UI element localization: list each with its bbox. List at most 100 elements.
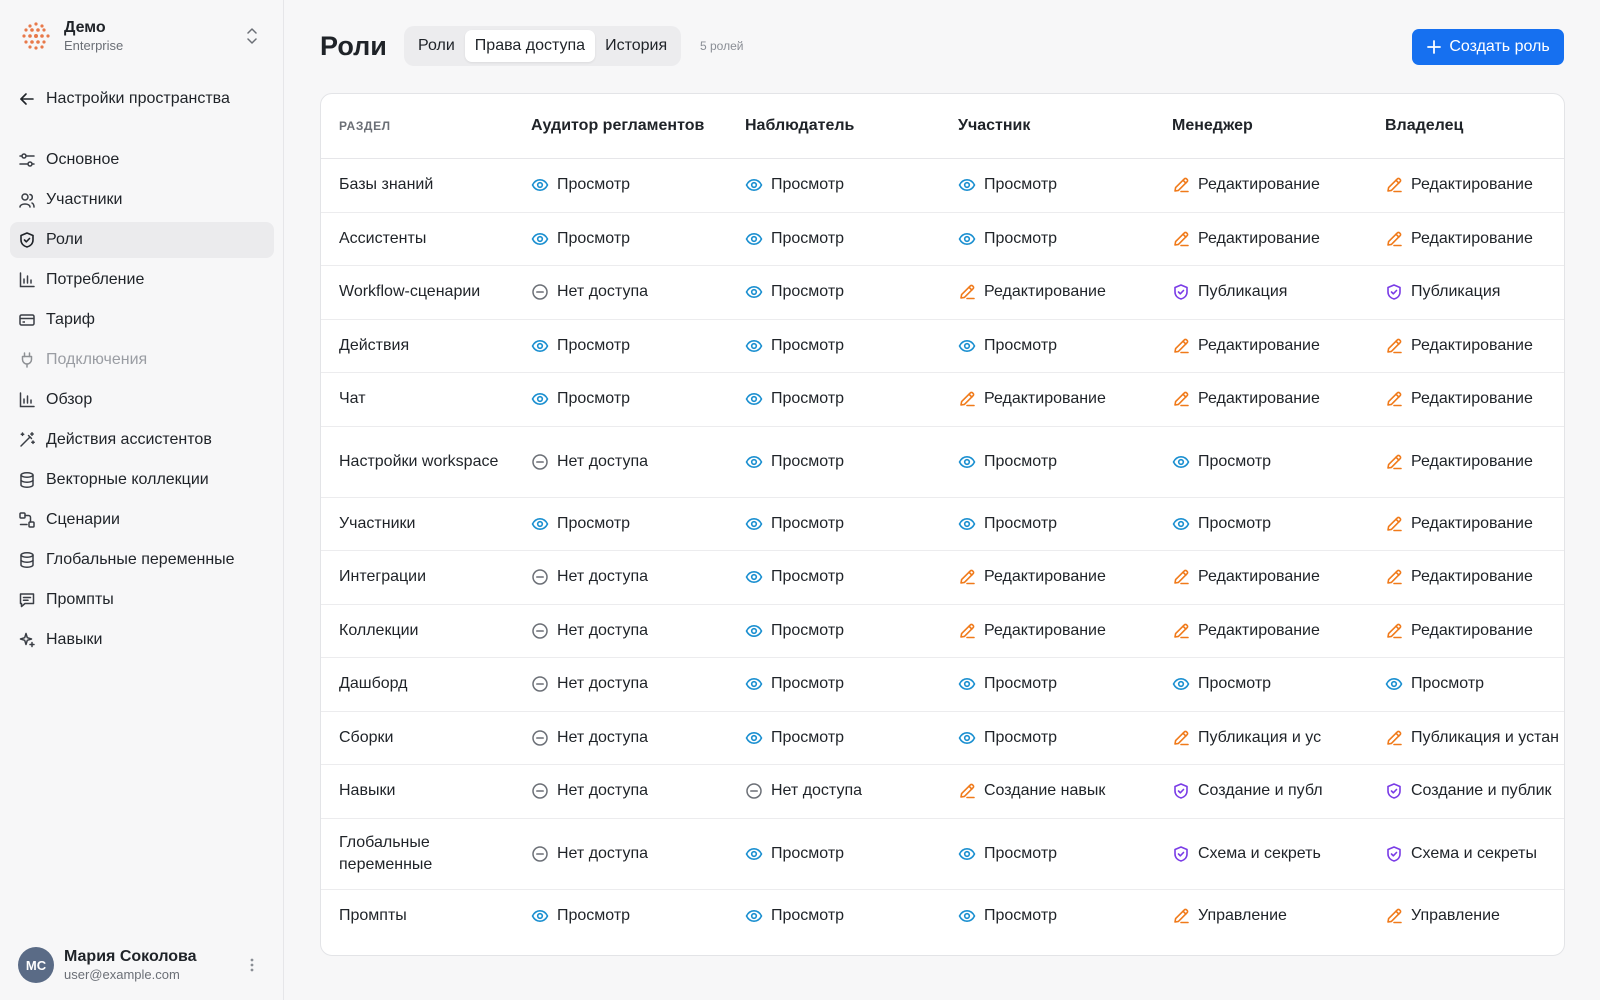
permission-selector[interactable]: Просмотр xyxy=(1172,675,1375,693)
permission-selector[interactable]: Редактирование xyxy=(958,283,1162,301)
permission-selector[interactable]: Просмотр xyxy=(958,729,1162,747)
tab-1[interactable]: Роли xyxy=(408,30,465,62)
permission-selector[interactable]: Просмотр xyxy=(745,622,948,640)
permission-selector[interactable]: Просмотр xyxy=(745,176,948,194)
permission-selector[interactable]: Схема и секреть xyxy=(1172,845,1375,863)
permission-selector[interactable]: Нет доступа xyxy=(531,283,735,301)
permission-selector[interactable]: Просмотр xyxy=(958,453,1162,471)
permission-selector[interactable]: Просмотр xyxy=(745,729,948,747)
permission-cell: Нет доступа xyxy=(521,711,735,765)
sidebar-item-4[interactable]: Потребление xyxy=(10,262,274,298)
permission-selector[interactable]: Просмотр xyxy=(531,390,735,408)
permission-selector[interactable]: Публикация и ус xyxy=(1172,729,1375,747)
permission-selector[interactable]: Просмотр xyxy=(531,515,735,533)
pencil-icon xyxy=(1387,177,1402,193)
permission-selector[interactable]: Просмотр xyxy=(745,283,948,301)
permission-selector[interactable]: Нет доступа xyxy=(745,782,948,800)
workspace-switcher[interactable]: Демо Enterprise xyxy=(10,12,274,60)
permission-selector[interactable]: Просмотр xyxy=(958,515,1162,533)
permission-selector[interactable]: Редактирование xyxy=(1385,337,1564,355)
permission-selector[interactable]: Создание и публик xyxy=(1385,782,1564,800)
permission-selector[interactable]: Редактирование xyxy=(958,622,1162,640)
section-name: Глобальные переменные xyxy=(321,818,521,890)
permission-selector[interactable]: Просмотр xyxy=(958,176,1162,194)
permission-selector[interactable]: Просмотр xyxy=(958,675,1162,693)
permission-selector[interactable]: Просмотр xyxy=(745,337,948,355)
permission-selector[interactable]: Редактирование xyxy=(1385,568,1564,586)
permission-selector[interactable]: Просмотр xyxy=(958,845,1162,863)
permission-selector[interactable]: Нет доступа xyxy=(531,568,735,586)
permission-selector[interactable]: Редактирование xyxy=(1385,453,1564,471)
permission-selector[interactable]: Нет доступа xyxy=(531,845,735,863)
permission-selector[interactable]: Редактирование xyxy=(958,568,1162,586)
permission-selector[interactable]: Редактирование xyxy=(1385,515,1564,533)
permission-selector[interactable]: Создание и публ xyxy=(1172,782,1375,800)
permission-selector[interactable]: Просмотр xyxy=(745,845,948,863)
permission-selector[interactable]: Просмотр xyxy=(745,568,948,586)
permission-selector[interactable]: Просмотр xyxy=(531,337,735,355)
sidebar-item-12[interactable]: Промпты xyxy=(10,582,274,618)
permission-selector[interactable]: Нет доступа xyxy=(531,729,735,747)
permission-selector[interactable]: Просмотр xyxy=(531,907,735,925)
sidebar-item-13[interactable]: Навыки xyxy=(10,622,274,658)
permission-selector[interactable]: Просмотр xyxy=(1172,515,1375,533)
sidebar-item-label: Сценарии xyxy=(46,511,120,528)
permission-selector[interactable]: Нет доступа xyxy=(531,622,735,640)
sidebar-item-label: Глобальные переменные xyxy=(46,551,235,568)
tab-3[interactable]: История xyxy=(595,30,677,62)
sidebar-item-5[interactable]: Тариф xyxy=(10,302,274,338)
permission-selector[interactable]: Редактирование xyxy=(1172,176,1375,194)
sidebar-item-7[interactable]: Обзор xyxy=(10,382,274,418)
sidebar-item-8[interactable]: Действия ассистентов xyxy=(10,422,274,458)
sidebar-item-2[interactable]: Участники xyxy=(10,182,274,218)
permission-selector[interactable]: Просмотр xyxy=(1385,675,1564,693)
permission-selector[interactable]: Редактирование xyxy=(1385,622,1564,640)
permission-selector[interactable]: Просмотр xyxy=(958,907,1162,925)
permission-selector[interactable]: Схема и секреты xyxy=(1385,845,1564,863)
permission-selector[interactable]: Редактирование xyxy=(958,390,1162,408)
permission-selector[interactable]: Управление xyxy=(1172,907,1375,925)
permission-selector[interactable]: Редактирование xyxy=(1172,390,1375,408)
permission-cell: Просмотр xyxy=(948,319,1162,373)
back-to-settings-link[interactable]: Настройки пространства xyxy=(10,82,274,116)
permission-selector[interactable]: Создание навык xyxy=(958,782,1162,800)
permission-selector[interactable]: Редактирование xyxy=(1385,230,1564,248)
sidebar-item-1[interactable]: Основное xyxy=(10,142,274,178)
tab-2[interactable]: Права доступа xyxy=(464,30,596,62)
sidebar-item-3[interactable]: Роли xyxy=(10,222,274,258)
permission-selector[interactable]: Просмотр xyxy=(958,230,1162,248)
permission-selector[interactable]: Нет доступа xyxy=(531,453,735,471)
permission-cell: Просмотр xyxy=(521,319,735,373)
permission-selector[interactable]: Редактирование xyxy=(1172,337,1375,355)
permission-selector[interactable]: Публикация и устан xyxy=(1385,729,1564,747)
permission-selector[interactable]: Управление xyxy=(1385,907,1564,925)
permission-selector[interactable]: Публикация xyxy=(1172,283,1375,301)
sidebar-item-11[interactable]: Глобальные переменные xyxy=(10,542,274,578)
permission-selector[interactable]: Просмотр xyxy=(745,515,948,533)
permission-selector[interactable]: Просмотр xyxy=(745,675,948,693)
sidebar-item-10[interactable]: Сценарии xyxy=(10,502,274,538)
permission-selector[interactable]: Редактирование xyxy=(1172,622,1375,640)
plug-icon xyxy=(21,352,33,368)
sidebar-item-6[interactable]: Подключения xyxy=(10,342,274,378)
user-profile[interactable]: МС Мария Соколова user@example.com xyxy=(10,942,274,988)
permission-selector[interactable]: Просмотр xyxy=(1172,453,1375,471)
permission-selector[interactable]: Публикация xyxy=(1385,283,1564,301)
permission-selector[interactable]: Редактирование xyxy=(1385,176,1564,194)
create-role-button[interactable]: Создать роль xyxy=(1412,29,1564,65)
permission-selector[interactable]: Просмотр xyxy=(958,337,1162,355)
permission-selector[interactable]: Просмотр xyxy=(745,453,948,471)
permission-selector[interactable]: Редактирование xyxy=(1385,390,1564,408)
permission-selector[interactable]: Просмотр xyxy=(531,230,735,248)
permission-selector[interactable]: Просмотр xyxy=(745,390,948,408)
permission-selector[interactable]: Редактирование xyxy=(1172,230,1375,248)
permission-selector[interactable]: Просмотр xyxy=(531,176,735,194)
permission-selector[interactable]: Редактирование xyxy=(1172,568,1375,586)
sidebar-item-9[interactable]: Векторные коллекции xyxy=(10,462,274,498)
permission-selector[interactable]: Нет доступа xyxy=(531,782,735,800)
more-vertical-icon[interactable] xyxy=(244,956,260,974)
permission-selector[interactable]: Просмотр xyxy=(745,907,948,925)
permission-selector[interactable]: Просмотр xyxy=(745,230,948,248)
permission-label: Просмотр xyxy=(771,621,845,639)
permission-selector[interactable]: Нет доступа xyxy=(531,675,735,693)
